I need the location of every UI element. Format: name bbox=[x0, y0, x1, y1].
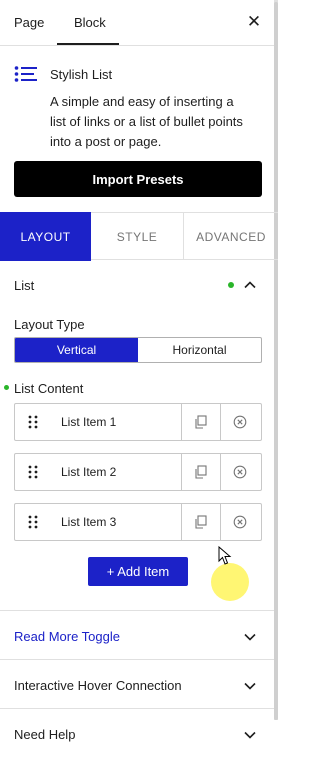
drag-handle-icon[interactable] bbox=[27, 464, 39, 480]
list-item-label[interactable]: List Item 2 bbox=[61, 465, 116, 479]
list-item-label[interactable]: List Item 1 bbox=[61, 415, 116, 429]
remove-icon[interactable] bbox=[233, 465, 247, 479]
layout-type-toggle: Vertical Horizontal bbox=[14, 337, 262, 363]
divider bbox=[181, 504, 182, 540]
settings-tabs: LAYOUT STYLE ADVANCED bbox=[0, 212, 278, 261]
list-item[interactable]: List Item 1 bbox=[14, 403, 262, 441]
tab-page[interactable]: Page bbox=[14, 15, 44, 30]
tab-layout[interactable]: LAYOUT bbox=[0, 212, 91, 261]
remove-icon[interactable] bbox=[233, 515, 247, 529]
scrollbar-thumb[interactable] bbox=[274, 2, 278, 720]
list-icon bbox=[14, 66, 37, 82]
read-more-toggle-label[interactable]: Read More Toggle bbox=[14, 629, 120, 644]
need-help-label[interactable]: Need Help bbox=[14, 727, 75, 742]
tab-advanced[interactable]: ADVANCED bbox=[184, 213, 278, 260]
modified-indicator-dot bbox=[228, 282, 234, 288]
scrollbar-track[interactable] bbox=[274, 0, 278, 720]
tab-block[interactable]: Block bbox=[74, 15, 106, 30]
list-content-label: List Content bbox=[14, 381, 84, 396]
duplicate-icon[interactable] bbox=[194, 515, 208, 529]
list-panel-title[interactable]: List bbox=[14, 278, 34, 293]
need-help-panel[interactable]: Need Help bbox=[0, 708, 274, 757]
tab-style[interactable]: STYLE bbox=[91, 213, 184, 260]
interactive-hover-panel[interactable]: Interactive Hover Connection bbox=[0, 659, 274, 708]
block-description: A simple and easy of inserting a list of… bbox=[50, 94, 243, 149]
close-icon[interactable]: ✕ bbox=[244, 12, 264, 32]
divider bbox=[220, 404, 221, 440]
mouse-cursor-icon bbox=[218, 546, 232, 565]
layout-type-label: Layout Type bbox=[14, 317, 85, 332]
divider bbox=[220, 454, 221, 490]
layout-horizontal-option[interactable]: Horizontal bbox=[138, 338, 261, 362]
sidebar-tabs: Page Block ✕ bbox=[0, 0, 274, 46]
chevron-down-icon[interactable] bbox=[243, 630, 257, 644]
list-item[interactable]: List Item 3 bbox=[14, 503, 262, 541]
import-presets-button[interactable]: Import Presets bbox=[14, 161, 262, 197]
modified-indicator-dot bbox=[4, 385, 9, 390]
interactive-hover-label[interactable]: Interactive Hover Connection bbox=[14, 678, 182, 693]
add-item-button[interactable]: + Add Item bbox=[88, 557, 188, 586]
duplicate-icon[interactable] bbox=[194, 415, 208, 429]
chevron-down-icon[interactable] bbox=[243, 679, 257, 693]
block-title: Stylish List bbox=[50, 67, 113, 82]
remove-icon[interactable] bbox=[233, 415, 247, 429]
drag-handle-icon[interactable] bbox=[27, 414, 39, 430]
chevron-down-icon[interactable] bbox=[243, 728, 257, 742]
layout-vertical-option[interactable]: Vertical bbox=[15, 338, 138, 362]
list-item[interactable]: List Item 2 bbox=[14, 453, 262, 491]
active-tab-indicator bbox=[57, 43, 119, 45]
read-more-toggle-panel[interactable]: Read More Toggle bbox=[0, 610, 274, 659]
divider bbox=[181, 404, 182, 440]
drag-handle-icon[interactable] bbox=[27, 514, 39, 530]
chevron-up-icon[interactable] bbox=[243, 278, 257, 292]
list-item-label[interactable]: List Item 3 bbox=[61, 515, 116, 529]
divider bbox=[181, 454, 182, 490]
duplicate-icon[interactable] bbox=[194, 465, 208, 479]
cursor-highlight bbox=[211, 563, 249, 601]
divider bbox=[220, 504, 221, 540]
